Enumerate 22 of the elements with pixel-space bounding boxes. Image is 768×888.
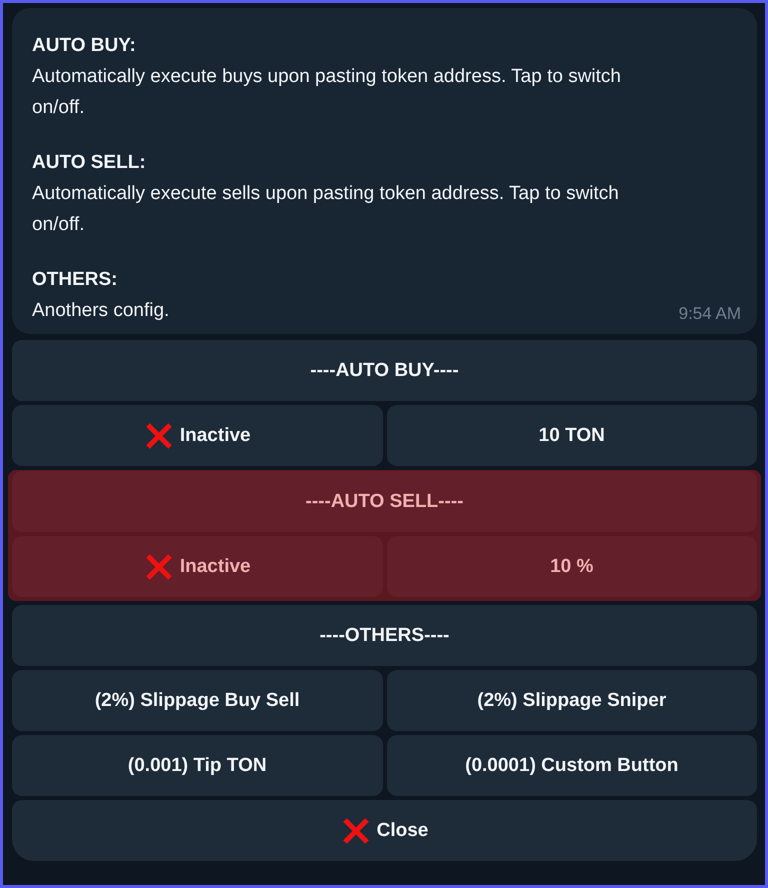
keyboard-button[interactable]: 10 TON <box>386 405 757 466</box>
cross-icon <box>144 420 174 450</box>
keyboard-button[interactable]: ----AUTO SELL---- <box>12 471 757 532</box>
section-text: Automatically execute sells upon pasting token address. Tap to switch on/off. <box>32 182 620 237</box>
section-heading: OTHERS: <box>32 268 118 292</box>
keyboard-button[interactable]: ----AUTO BUY---- <box>12 340 757 401</box>
keyboard-button[interactable]: ----OTHERS---- <box>12 605 757 666</box>
message-time: 9:54 AM <box>678 304 741 324</box>
keyboard-button[interactable]: (0.001) Tip TON <box>12 735 382 796</box>
keyboard-button[interactable]: Close <box>12 800 757 861</box>
keyboard-button[interactable]: Inactive <box>12 405 382 466</box>
keyboard-button[interactable]: (2%) Slippage Buy Sell <box>12 670 382 731</box>
cross-icon <box>340 816 371 846</box>
section-heading: AUTO SELL: <box>32 151 147 175</box>
section-text: Anothers config. <box>32 299 170 323</box>
cross-icon <box>144 552 174 582</box>
keyboard-button[interactable]: Inactive <box>12 536 382 597</box>
section-heading: AUTO BUY: <box>32 34 137 58</box>
keyboard-button[interactable]: (2%) Slippage Sniper <box>386 670 757 731</box>
keyboard-button[interactable]: 10 % <box>386 536 757 597</box>
section-text: Automatically execute buys upon pasting token address. Tap to switch on/off. <box>32 65 622 120</box>
keyboard-button[interactable]: (0.0001) Custom Button <box>386 735 757 796</box>
